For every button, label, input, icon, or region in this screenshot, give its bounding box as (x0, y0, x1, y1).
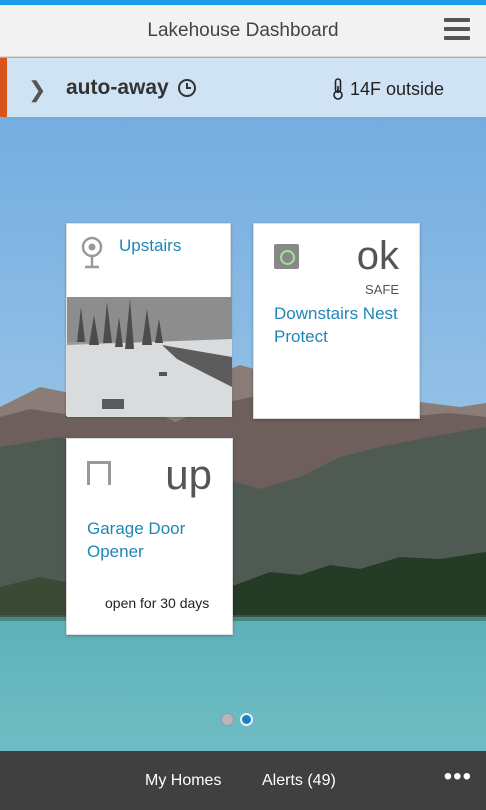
camera-snapshot[interactable] (67, 297, 232, 417)
page-dot-1[interactable] (221, 713, 234, 726)
page-indicator (221, 713, 253, 726)
status-bar[interactable]: ❯ auto-away 14F outside (0, 58, 486, 117)
app-header: Lakehouse Dashboard (0, 5, 486, 57)
background-landscape: Upstairs ok SAFE Downstairs Nest Protect… (0, 117, 486, 751)
mode-label: auto-away (66, 76, 169, 99)
outside-temperature: 14F outside (332, 78, 444, 100)
hamburger-menu-icon[interactable] (444, 18, 470, 42)
nest-protect-icon (274, 244, 299, 269)
garage-title[interactable]: Garage Door Opener (87, 517, 217, 563)
protect-status: ok (356, 234, 399, 278)
clock-icon (177, 79, 196, 97)
temperature-label: 14F outside (349, 78, 444, 99)
garage-door-icon (87, 461, 111, 485)
chevron-right-icon[interactable]: ❯ (28, 77, 46, 103)
garage-door-tile[interactable]: up Garage Door Opener open for 30 days (66, 438, 233, 635)
camera-icon (81, 236, 103, 269)
protect-substatus: SAFE (365, 282, 399, 297)
status-accent-stripe (0, 58, 7, 117)
protect-title[interactable]: Downstairs Nest Protect (274, 302, 409, 348)
page-dot-2[interactable] (240, 713, 253, 726)
bottom-nav: My Homes Alerts (49) ••• (0, 751, 486, 810)
camera-tile[interactable]: Upstairs (66, 223, 232, 417)
thermometer-icon (333, 78, 343, 100)
garage-state: up (165, 451, 212, 498)
camera-title[interactable]: Upstairs (119, 234, 181, 257)
garage-status: open for 30 days (105, 595, 210, 611)
away-mode[interactable]: auto-away (66, 76, 197, 100)
landscape-image (0, 117, 486, 751)
tab-my-homes[interactable]: My Homes (145, 772, 221, 790)
nest-protect-tile[interactable]: ok SAFE Downstairs Nest Protect (253, 223, 420, 419)
more-options-icon[interactable]: ••• (444, 763, 472, 791)
page-title: Lakehouse Dashboard (147, 19, 339, 41)
tab-alerts[interactable]: Alerts (49) (262, 772, 336, 790)
